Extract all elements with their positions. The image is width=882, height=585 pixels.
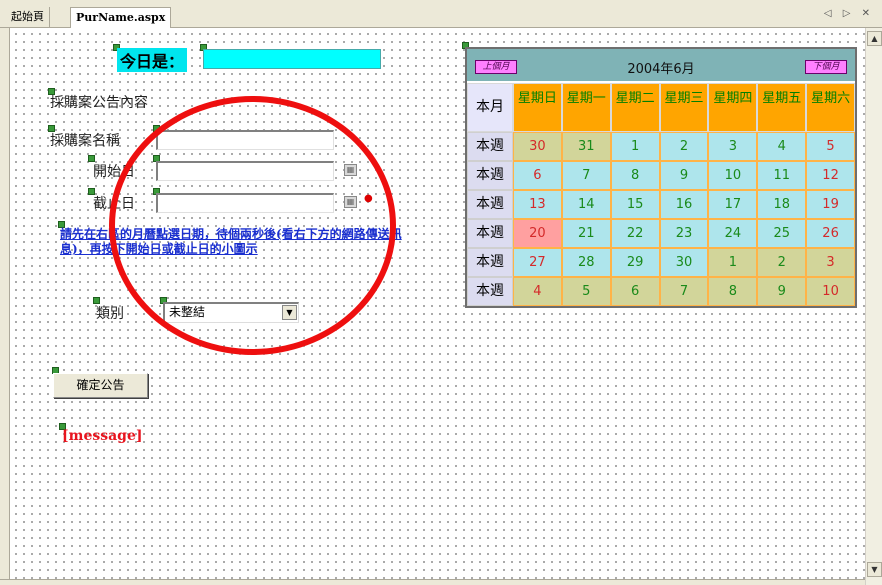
start-date-input[interactable] <box>156 161 334 181</box>
validator-marker-icon: ● <box>364 193 373 204</box>
calendar-select-month-cell[interactable]: 本月 <box>467 83 513 132</box>
next-month-button[interactable]: 下個月 <box>805 60 847 74</box>
calendar-title: 2004年6月 <box>627 62 695 77</box>
designer-left-frame <box>0 28 10 585</box>
scroll-down-icon[interactable]: ▼ <box>867 562 882 577</box>
calendar-select-week-cell[interactable]: 本週 <box>467 190 513 219</box>
calendar-day-cell[interactable]: 9 <box>757 277 807 306</box>
vertical-scrollbar[interactable]: ▲ ▼ <box>865 28 882 585</box>
calendar-day-cell[interactable]: 18 <box>757 190 807 219</box>
calendar-day-cell[interactable]: 28 <box>561 248 611 277</box>
calendar-day-cell[interactable]: 16 <box>659 190 709 219</box>
calendar-select-week-cell[interactable]: 本週 <box>467 161 513 190</box>
document-tab-bar: 起始頁 PurName.aspx ◁ ▷ ✕ <box>0 0 882 28</box>
weekday-header: 星期一 <box>561 83 611 132</box>
calendar-day-cell[interactable]: 11 <box>757 161 807 190</box>
calendar-day-cell[interactable]: 10 <box>806 277 855 306</box>
calendar-day-cell[interactable]: 17 <box>708 190 758 219</box>
message-label: [message] <box>62 428 143 444</box>
calendar-day-cell[interactable]: 2 <box>757 248 807 277</box>
calendar-day-cell[interactable]: 31 <box>561 132 611 161</box>
calendar-day-cell[interactable]: 30 <box>659 248 709 277</box>
end-date-input[interactable] <box>156 193 334 213</box>
tab-controls: ◁ ▷ ✕ <box>824 8 874 19</box>
calendar-day-cell[interactable]: 15 <box>610 190 660 219</box>
calendar-day-cell[interactable]: 3 <box>708 132 758 161</box>
calendar-day-cell[interactable]: 9 <box>659 161 709 190</box>
calendar-day-cell[interactable]: 4 <box>757 132 807 161</box>
calendar-day-cell[interactable]: 22 <box>610 219 660 248</box>
chevron-down-icon[interactable]: ▼ <box>282 305 297 320</box>
tab-purname-aspx[interactable]: PurName.aspx <box>70 7 172 28</box>
month-calendar: 上個月 2004年6月 下個月 本月 星期日 星期一 星期二 星期三 星期四 星期五 星期六本… <box>465 47 857 308</box>
calendar-day-cell[interactable]: 8 <box>610 161 660 190</box>
date-picking-hint-link[interactable]: 請先在右區的月曆點選日期，待個兩秒後(看右下方的網路傳送訊息)，再按下開始日或截… <box>60 227 422 257</box>
calendar-day-cell[interactable]: 27 <box>513 248 562 277</box>
weekday-header: 星期三 <box>659 83 709 132</box>
category-label: 類別 <box>96 306 124 322</box>
calendar-day-cell[interactable]: 1 <box>610 132 660 161</box>
tab-start-page[interactable]: 起始頁 <box>6 7 50 27</box>
today-date-display <box>203 49 381 69</box>
today-label: 今日是： <box>117 48 188 72</box>
end-date-label: 截止日 <box>93 196 135 212</box>
case-name-label: 採購案名稱 <box>50 133 120 149</box>
calendar-header: 上個月 2004年6月 下個月 <box>467 49 855 83</box>
confirm-announcement-button[interactable]: 確定公告 <box>53 373 148 398</box>
close-tab-icon[interactable]: ✕ <box>862 8 874 19</box>
calendar-day-cell[interactable]: 26 <box>806 219 855 248</box>
calendar-day-cell[interactable]: 10 <box>708 161 758 190</box>
calendar-day-cell[interactable]: 2 <box>659 132 709 161</box>
calendar-day-cell[interactable]: 8 <box>708 277 758 306</box>
weekday-header: 星期六 <box>806 83 855 132</box>
calendar-day-cell[interactable]: 21 <box>561 219 611 248</box>
calendar-day-cell[interactable]: 24 <box>708 219 758 248</box>
calendar-day-cell[interactable]: 20 <box>513 219 562 248</box>
weekday-header: 星期五 <box>757 83 807 132</box>
calendar-day-cell[interactable]: 4 <box>513 277 562 306</box>
calendar-day-cell[interactable]: 13 <box>513 190 562 219</box>
calendar-day-cell[interactable]: 1 <box>708 248 758 277</box>
case-name-input[interactable] <box>156 130 334 150</box>
calendar-day-cell[interactable]: 29 <box>610 248 660 277</box>
calendar-day-cell[interactable]: 5 <box>806 132 855 161</box>
calendar-icon[interactable]: ▦ <box>344 164 357 176</box>
calendar-icon[interactable]: ▦ <box>344 196 357 208</box>
calendar-grid: 本月 星期日 星期一 星期二 星期三 星期四 星期五 星期六 本週 30 31 1 2 3 4 5 本週 6 7 8 9… <box>467 83 855 306</box>
calendar-day-cell[interactable]: 3 <box>806 248 855 277</box>
calendar-day-cell[interactable]: 7 <box>659 277 709 306</box>
calendar-day-cell[interactable]: 19 <box>806 190 855 219</box>
calendar-select-week-cell[interactable]: 本週 <box>467 219 513 248</box>
start-date-label: 開始日 <box>93 164 135 180</box>
calendar-day-cell[interactable]: 14 <box>561 190 611 219</box>
scroll-up-icon[interactable]: ▲ <box>867 31 882 46</box>
calendar-day-cell[interactable]: 30 <box>513 132 562 161</box>
calendar-day-cell[interactable]: 12 <box>806 161 855 190</box>
tab-scroll-left-icon[interactable]: ◁ <box>824 8 836 19</box>
calendar-day-cell[interactable]: 23 <box>659 219 709 248</box>
category-selected-value: 未整結 <box>169 305 206 319</box>
category-select[interactable]: 未整結 ▼ <box>163 302 299 323</box>
calendar-select-week-cell[interactable]: 本週 <box>467 277 513 306</box>
announcement-heading: 採購案公告內容 <box>50 95 148 111</box>
calendar-day-cell[interactable]: 7 <box>561 161 611 190</box>
calendar-day-cell[interactable]: 6 <box>610 277 660 306</box>
weekday-header: 星期日 <box>513 83 562 132</box>
weekday-header: 星期二 <box>610 83 660 132</box>
calendar-day-cell[interactable]: 25 <box>757 219 807 248</box>
weekday-header: 星期四 <box>708 83 758 132</box>
tab-scroll-right-icon[interactable]: ▷ <box>843 8 855 19</box>
calendar-select-week-cell[interactable]: 本週 <box>467 132 513 161</box>
calendar-day-cell[interactable]: 5 <box>561 277 611 306</box>
calendar-day-cell[interactable]: 6 <box>513 161 562 190</box>
horizontal-scroll-strip <box>0 579 865 585</box>
calendar-select-week-cell[interactable]: 本週 <box>467 248 513 277</box>
